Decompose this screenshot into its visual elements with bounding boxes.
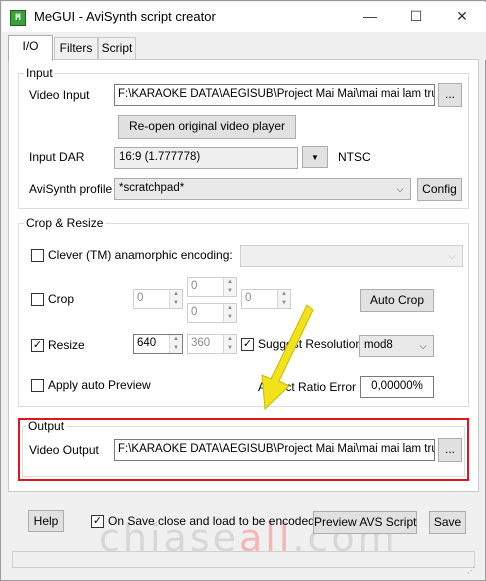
spinner-arrows-icon[interactable]: ▲ ▼ (223, 335, 236, 353)
crop-bottom-spinner[interactable]: 0 ▲ ▼ (187, 303, 237, 323)
triangle-down-icon: ▼ (311, 153, 319, 162)
spinner-arrows-icon[interactable]: ▲ ▼ (169, 290, 182, 308)
input-group-title: Input (24, 66, 55, 80)
chevron-down-icon: ⌵ (396, 184, 404, 194)
crop-top-spinner[interactable]: 0 ▲ ▼ (187, 277, 237, 297)
tab-script[interactable]: Script (98, 37, 136, 59)
on-save-close-checkbox[interactable]: ✓ (91, 515, 104, 528)
crop-left-value: 0 (137, 292, 144, 304)
window: M MeGUI - AviSynth script creator — ☐ ✕ … (0, 0, 486, 581)
mod-select[interactable]: mod8 ⌵ (359, 335, 434, 357)
ntsc-label: NTSC (338, 150, 371, 164)
resize-height-value: 360 (191, 337, 211, 349)
auto-preview-checkbox[interactable] (31, 379, 44, 392)
status-bar (12, 551, 475, 568)
resize-checkbox[interactable]: ✓ (31, 339, 44, 352)
anamorphic-mode-select[interactable]: ⌵ (240, 245, 463, 267)
minimize-button[interactable]: — (347, 2, 393, 31)
resize-height-spinner[interactable]: 360 ▲ ▼ (187, 334, 237, 354)
avisynth-profile-value: *scratchpad* (119, 182, 185, 194)
arrow-annotation-icon (261, 304, 314, 411)
close-button[interactable]: ✕ (439, 2, 485, 31)
auto-preview-label: Apply auto Preview (48, 378, 151, 392)
auto-crop-button[interactable]: Auto Crop (360, 289, 434, 312)
window-title: MeGUI - AviSynth script creator (34, 9, 216, 24)
crop-left-spinner[interactable]: 0 ▲ ▼ (133, 289, 183, 309)
input-dar-field[interactable]: 16:9 (1.777778) (114, 147, 298, 169)
app-icon: M (10, 10, 26, 26)
dar-dropdown-button[interactable]: ▼ (302, 146, 328, 168)
input-dar-label: Input DAR (29, 150, 85, 164)
output-highlight-box (18, 418, 469, 481)
config-button[interactable]: Config (417, 178, 462, 201)
crop-top-value: 0 (191, 280, 198, 292)
preview-avs-script-button[interactable]: Preview AVS Script (313, 511, 417, 534)
mod-value: mod8 (364, 339, 393, 351)
spinner-arrows-icon[interactable]: ▲ ▼ (223, 304, 236, 322)
resize-grip-icon[interactable]: ⋰ (467, 566, 475, 575)
spinner-arrows-icon[interactable]: ▲ ▼ (223, 278, 236, 296)
chevron-down-icon: ⌵ (448, 251, 456, 261)
crop-bottom-value: 0 (191, 306, 198, 318)
chevron-down-icon: ⌵ (419, 341, 427, 351)
resize-width-spinner[interactable]: 640 ▲ ▼ (133, 334, 183, 354)
crop-checkbox[interactable] (31, 293, 44, 306)
avisynth-profile-select[interactable]: *scratchpad* ⌵ (114, 178, 411, 200)
aspect-ratio-error-field: 0,00000% (360, 376, 434, 398)
avisynth-profile-label: AviSynth profile (29, 182, 113, 196)
reopen-video-player-button[interactable]: Re-open original video player (118, 115, 296, 139)
tab-io[interactable]: I/O (8, 35, 53, 61)
video-input-label: Video Input (29, 88, 90, 102)
spinner-arrows-icon[interactable]: ▲ ▼ (169, 335, 182, 353)
clever-anamorphic-checkbox[interactable] (31, 249, 44, 262)
help-button[interactable]: Help (28, 510, 64, 532)
crop-label: Crop (48, 292, 75, 306)
video-input-field[interactable]: F:\KARAOKE DATA\AEGISUB\Project Mai Mai\… (114, 84, 435, 106)
on-save-close-label: On Save close and load to be encoded (108, 514, 315, 528)
maximize-button[interactable]: ☐ (393, 2, 439, 31)
clever-anamorphic-label: Clever (TM) anamorphic encoding: (48, 248, 233, 262)
resize-label: Resize (48, 338, 85, 352)
tab-filters[interactable]: Filters (54, 37, 98, 59)
resize-width-value: 640 (137, 337, 157, 349)
crop-resize-group-title: Crop & Resize (24, 216, 106, 230)
video-input-browse-button[interactable]: ... (438, 83, 462, 107)
save-button[interactable]: Save (429, 511, 466, 534)
